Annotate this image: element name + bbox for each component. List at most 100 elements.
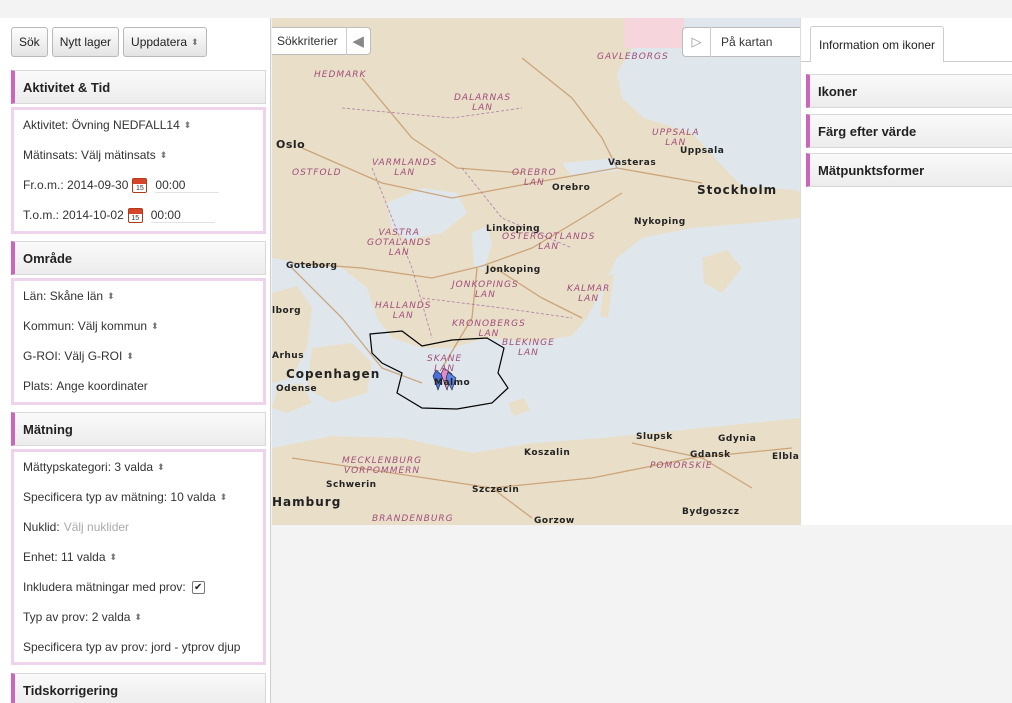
section-icons-header[interactable]: Ikoner <box>806 74 1012 108</box>
map-label-gorzow: Gorzow <box>534 516 575 525</box>
place-label: Plats: <box>23 379 54 393</box>
specify-sample-value: jord - ytprov djup <box>151 640 241 654</box>
calendar-icon[interactable]: 15 <box>127 207 143 223</box>
search-button[interactable]: Sök <box>11 27 48 57</box>
map-label-goteborg: Goteborg <box>286 261 338 271</box>
update-dropdown-button[interactable]: Uppdatera ⬍ <box>123 27 207 57</box>
unit-select[interactable]: Enhet: 11 valda ⬍ <box>14 542 263 572</box>
map-label-kalmar: KALMAR LAN <box>567 284 611 304</box>
map-label-malmo: Malmo <box>434 378 471 388</box>
sort-arrows-icon: ⬍ <box>191 36 199 47</box>
section-measurement: Mättypskategori: 3 valda ⬍ Specificera ty… <box>11 449 266 665</box>
sort-arrows-icon: ⬍ <box>219 491 228 502</box>
app-root: Sök Nytt lager Uppdatera ⬍ Aktivitet & Ti… <box>0 0 1012 703</box>
map-label-pomorskie: POMORSKIE <box>650 461 713 471</box>
map-label-elblag: Elbla <box>772 452 800 462</box>
map-label-arhus: Arhus <box>272 351 305 361</box>
measure-label: Mätinsats: <box>23 148 78 162</box>
section-time-correction-header[interactable]: Tidskorrigering <box>11 673 266 703</box>
from-date-field[interactable]: 2014-09-30 <box>67 178 128 192</box>
measure-select[interactable]: Mätinsats: Välj mätinsats ⬍ <box>14 140 263 170</box>
nuclide-placeholder: Välj nuklider <box>63 520 130 534</box>
map-label-halland: HALLANDS LAN <box>375 301 432 321</box>
map-label-gdynia: Gdynia <box>718 434 757 444</box>
map-label-gavle: GAVLEBORGS <box>597 52 669 62</box>
on-map-tab[interactable]: ▷ På kartan <box>682 27 800 57</box>
include-samples-row: Inkludera mätningar med prov: ✔ <box>14 572 263 602</box>
map-label-kronoberg: KRONOBERGS LAN <box>452 319 526 339</box>
include-samples-checkbox[interactable]: ✔ <box>191 580 205 594</box>
new-layer-button[interactable]: Nytt lager <box>51 27 120 57</box>
section-color-by-value-header[interactable]: Färg efter värde <box>806 114 1012 148</box>
nuclide-label: Nuklid: <box>23 520 60 534</box>
sort-arrows-icon: ⬍ <box>134 611 142 622</box>
map-label-bydgoszcz: Bydgoszcz <box>682 507 740 517</box>
map-label-varmlands: VARMLANDS LAN <box>372 158 438 178</box>
sort-arrows-icon: ⬍ <box>183 119 192 130</box>
category-select[interactable]: Mättypskategori: 3 valda ⬍ <box>14 452 263 482</box>
specify-value: 10 valda <box>170 490 216 504</box>
map-label-ostergotlands: OSTERGOTLANDS LAN <box>502 232 596 252</box>
map-view[interactable]: HEDMARK DALARNAS LAN VARMLANDS LAN OSTFO… <box>272 18 800 525</box>
county-select[interactable]: Län: Skåne län ⬍ <box>14 281 263 311</box>
municipality-label: Kommun: <box>23 319 75 333</box>
map-label-uppsala-lan: UPPSALA LAN <box>652 128 700 148</box>
tab-icon-info[interactable]: Information om ikoner <box>810 26 945 62</box>
search-criteria-tab[interactable]: Sökkriterier ◀ <box>272 27 371 55</box>
play-right-icon[interactable]: ▷ <box>683 27 711 57</box>
map-label-vasteras: Vasteras <box>608 158 657 168</box>
on-map-label: På kartan <box>721 35 773 49</box>
map-label-hedmark: HEDMARK <box>314 70 367 80</box>
groi-value: Välj G-ROI <box>64 349 123 363</box>
section-activity-time-header[interactable]: Aktivitet & Tid <box>11 70 266 104</box>
specify-sample-label: Specificera typ av prov: <box>23 640 148 654</box>
county-value: Skåne län <box>49 289 104 303</box>
municipality-select[interactable]: Kommun: Välj kommun ⬍ <box>14 311 263 341</box>
place-row[interactable]: Plats: Ange koordinater <box>14 371 263 401</box>
map-label-vastra: VASTRA GOTALANDS LAN <box>367 228 432 258</box>
map-label-skane: SKANE LAN <box>427 354 463 374</box>
calendar-icon[interactable]: 15 <box>132 177 148 193</box>
specify-sample-select[interactable]: Specificera typ av prov: jord - ytprov d… <box>14 632 263 662</box>
map-label-jonkopings: JONKOPINGS LAN <box>452 280 519 300</box>
sample-type-select[interactable]: Typ av prov: 2 valda ⬍ <box>14 602 263 632</box>
specify-label: Specificera typ av mätning: <box>23 490 168 504</box>
place-value: Ange koordinater <box>56 379 148 393</box>
to-label: T.o.m.: <box>23 208 60 222</box>
nuclide-select[interactable]: Nuklid: Välj nuklider <box>14 512 263 542</box>
to-date-field[interactable]: 2014-10-02 <box>62 208 123 222</box>
section-point-shapes-header[interactable]: Mätpunktsformer <box>806 153 1012 187</box>
sort-arrows-icon: ⬍ <box>151 320 159 331</box>
map-label-orebro: Orebro <box>552 183 591 193</box>
category-value: 3 valda <box>114 460 154 474</box>
activity-value: Övning NEDFALL14 <box>71 118 180 132</box>
municipality-value: Välj kommun <box>77 319 148 333</box>
map-label-gdansk: Gdansk <box>690 450 731 460</box>
activity-select[interactable]: Aktivitet: Övning NEDFALL14 ⬍ <box>14 110 263 140</box>
map-label-ostfold: OSTFOLD <box>292 168 342 178</box>
map-label-hamburg: Hamburg <box>272 495 342 509</box>
county-label: Län: <box>23 289 47 303</box>
map-label-aalborg: lborg <box>272 306 302 316</box>
section-measurement-header[interactable]: Mätning <box>11 412 266 446</box>
highlight-region <box>624 18 684 48</box>
icon-info-panel: Information om ikoner Ikoner Färg efter … <box>800 18 1012 525</box>
toolbar: Sök Nytt lager Uppdatera ⬍ <box>11 27 207 59</box>
sample-type-label: Typ av prov: <box>23 610 89 624</box>
update-label: Uppdatera <box>131 35 188 49</box>
map-label-mecklenburg: MECKLENBURG VORPOMMERN <box>342 456 423 476</box>
from-date-row: Fr.o.m.: 2014-09-30 15 00:00 <box>14 170 263 200</box>
land-gotland <box>702 250 742 293</box>
map-label-schwerin: Schwerin <box>326 480 377 490</box>
sort-arrows-icon: ⬍ <box>157 461 165 472</box>
measure-value: Välj mätinsats <box>81 148 156 162</box>
search-sidebar: Sök Nytt lager Uppdatera ⬍ Aktivitet & Ti… <box>0 18 271 703</box>
map-label-brandenburg: BRANDENBURG <box>372 514 454 524</box>
map-label-dalarnas: DALARNAS LAN <box>454 93 512 113</box>
to-time-field[interactable]: 00:00 <box>150 208 215 223</box>
chevron-left-icon[interactable]: ◀ <box>345 27 370 55</box>
groi-select[interactable]: G-ROI: Välj G-ROI ⬍ <box>14 341 263 371</box>
from-time-field[interactable]: 00:00 <box>155 178 220 193</box>
specify-select[interactable]: Specificera typ av mätning: 10 valda ⬍ <box>14 482 263 512</box>
section-area-header[interactable]: Område <box>11 241 266 275</box>
